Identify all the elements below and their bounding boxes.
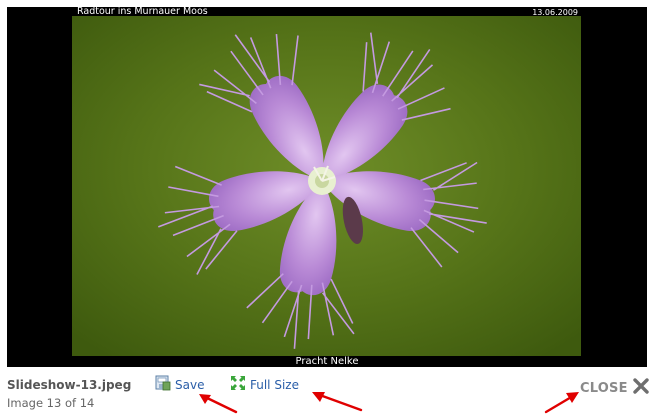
close-icon [632,378,649,398]
close-label: CLOSE [580,380,628,396]
save-label: Save [175,378,205,392]
annotation-arrow-save [199,394,238,414]
save-icon [155,375,171,395]
slide-caption-title: Radtour ins Murnauer Moos [77,6,208,17]
slide-caption-description: Pracht Nelke [295,356,359,367]
image-filename: Slideshow-13.jpeg [7,378,132,392]
flower-image [72,16,581,356]
slide-caption-date: 13.06.2009 [532,8,578,17]
close-button[interactable]: CLOSE [580,378,649,398]
full-size-label: Full Size [250,378,299,392]
image-frame: Radtour ins Murnauer Moos 13.06.2009 Pra… [7,6,647,367]
annotation-arrow-close [544,392,579,414]
slide-photo [72,16,581,356]
annotation-arrow-full-size [312,392,363,412]
image-counter: Image 13 of 14 [7,396,95,410]
lightbox: Radtour ins Murnauer Moos 13.06.2009 Pra… [0,0,654,419]
